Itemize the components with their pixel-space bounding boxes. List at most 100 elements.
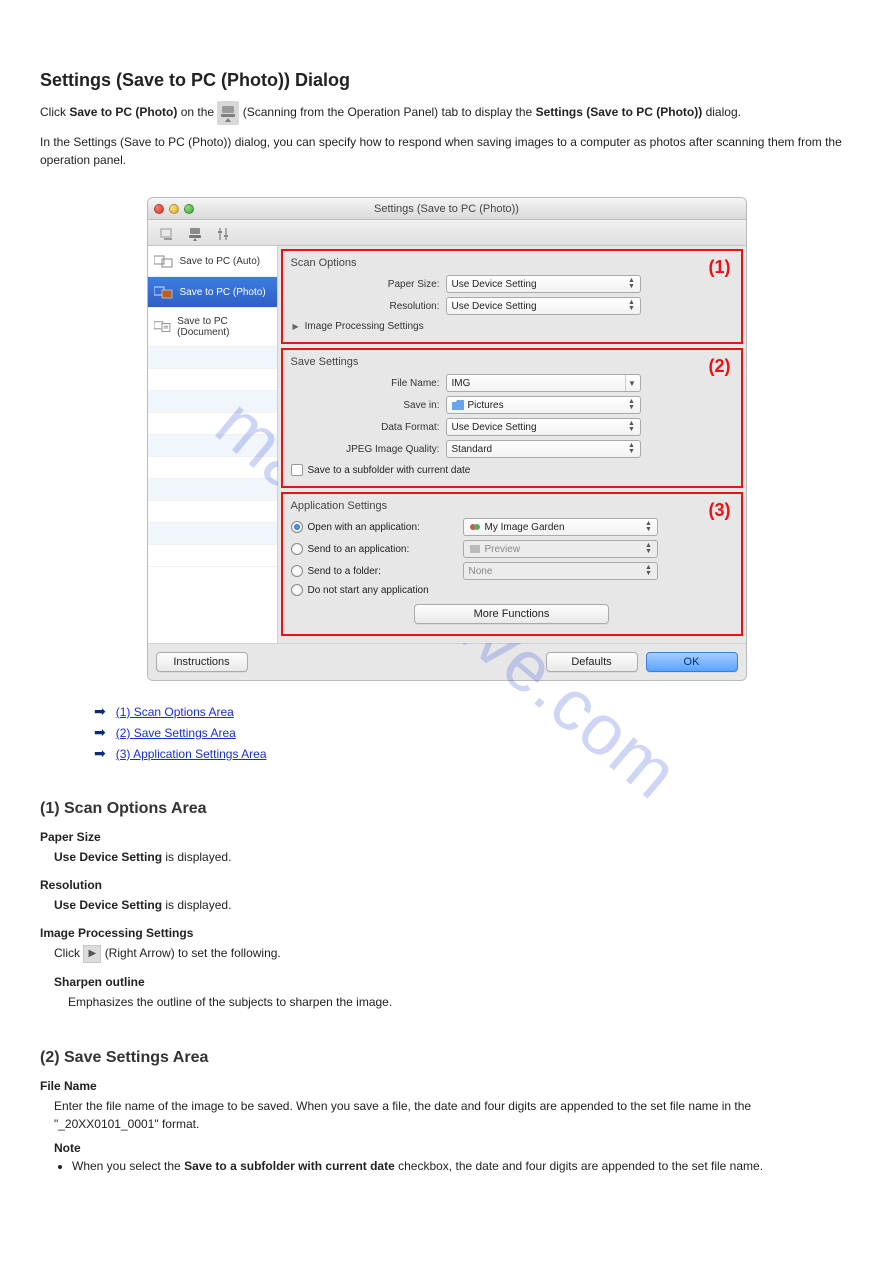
sidebar-empty-rows: [148, 347, 277, 567]
tab-scan-from-computer-icon[interactable]: [154, 223, 180, 245]
stepper-icon: ▲▼: [625, 419, 639, 435]
file-name-desc: Enter the file name of the image to be s…: [54, 1097, 853, 1133]
folder-icon: [452, 400, 464, 410]
application-settings-title: Application Settings: [291, 500, 733, 512]
more-functions-button[interactable]: More Functions: [414, 604, 609, 624]
save-in-select[interactable]: Pictures ▲▼: [446, 396, 641, 414]
subfolder-label: Save to a subfolder with current date: [308, 465, 471, 476]
note-text: When you select the Save to a subfolder …: [72, 1159, 853, 1173]
send-folder-radio[interactable]: [291, 565, 303, 577]
stepper-icon: ▲▼: [625, 298, 639, 314]
open-with-value: My Image Garden: [485, 522, 565, 533]
save-in-value: Pictures: [468, 400, 504, 411]
send-app-radio[interactable]: [291, 543, 303, 555]
link-save-settings[interactable]: (2) Save Settings Area: [116, 726, 236, 740]
defaults-button[interactable]: Defaults: [546, 652, 638, 672]
send-app-label: Send to an application:: [308, 544, 458, 555]
section-links: ➡ (1) Scan Options Area ➡ (2) Save Setti…: [94, 703, 853, 762]
arrow-right-icon: ➡: [94, 703, 106, 720]
stepper-icon: ▲▼: [625, 441, 639, 457]
resolution-label: Resolution:: [291, 301, 446, 312]
send-folder-label: Send to a folder:: [308, 566, 458, 577]
scan-options-group: (1) Scan Options Paper Size: Use Device …: [281, 249, 743, 344]
sharpen-desc: Emphasizes the outline of the subjects t…: [68, 993, 853, 1011]
subfolder-checkbox[interactable]: [291, 464, 303, 476]
arrow-right-icon: ➡: [94, 745, 106, 762]
section-2-heading: (2) Save Settings Area: [40, 1049, 853, 1067]
file-name-value: IMG: [452, 378, 471, 389]
resolution-desc: Use Device Setting is displayed.: [54, 896, 853, 914]
sidebar-item-auto[interactable]: Save to PC (Auto): [148, 246, 277, 277]
save-pc-photo-icon: [154, 285, 174, 299]
link-scan-options[interactable]: (1) Scan Options Area: [116, 705, 234, 719]
panel-tab-icon: [217, 101, 239, 125]
do-not-start-label: Do not start any application: [308, 585, 429, 596]
open-with-select[interactable]: My Image Garden ▲▼: [463, 518, 658, 536]
file-name-label: File Name:: [291, 378, 446, 389]
file-name-input[interactable]: IMG ▼: [446, 374, 641, 392]
tab-general-settings-icon[interactable]: [210, 223, 236, 245]
do-not-start-radio[interactable]: [291, 584, 303, 596]
paper-size-term: Paper Size: [40, 830, 853, 844]
send-folder-select[interactable]: None ▲▼: [463, 562, 658, 580]
app-icon: [469, 522, 481, 532]
ips-desc-a: Click: [54, 946, 83, 960]
marker-3: (3): [709, 500, 731, 521]
sidebar-item-photo[interactable]: Save to PC (Photo): [148, 277, 277, 308]
paper-size-select[interactable]: Use Device Setting ▲▼: [446, 275, 641, 293]
intro-text-1a: Click Save to PC (Photo) on the: [40, 105, 217, 119]
main-panel: (1) Scan Options Paper Size: Use Device …: [278, 246, 746, 643]
image-processing-settings-label: Image Processing Settings: [305, 321, 424, 332]
resolution-term: Resolution: [40, 878, 853, 892]
resolution-select[interactable]: Use Device Setting ▲▼: [446, 297, 641, 315]
sharpen-term: Sharpen outline: [54, 975, 853, 989]
jpeg-quality-label: JPEG Image Quality:: [291, 444, 446, 455]
preview-icon: [469, 544, 481, 554]
disclosure-triangle-icon: ▶: [293, 322, 299, 331]
page-heading: Settings (Save to PC (Photo)) Dialog: [40, 70, 853, 91]
note-label: Note: [54, 1141, 853, 1155]
stepper-icon: ▲▼: [625, 276, 639, 292]
jpeg-quality-value: Standard: [452, 444, 493, 455]
intro-paragraph-2: In the Settings (Save to PC (Photo)) dia…: [40, 133, 853, 169]
settings-dialog: Settings (Save to PC (Photo)) Save to PC…: [147, 197, 747, 681]
right-arrow-icon: ▶: [83, 945, 101, 963]
ips-desc: Click ▶ (Right Arrow) to set the followi…: [54, 944, 853, 963]
tabbar: [148, 220, 746, 246]
jpeg-quality-select[interactable]: Standard ▲▼: [446, 440, 641, 458]
stepper-icon: ▲▼: [625, 397, 639, 413]
sidebar-item-document[interactable]: Save to PC (Document): [148, 308, 277, 347]
open-with-label: Open with an application:: [308, 522, 458, 533]
sidebar-item-label: Save to PC (Auto): [180, 256, 261, 267]
save-in-label: Save in:: [291, 400, 446, 411]
intro-paragraph-1: Click Save to PC (Photo) on the (Scannin…: [40, 101, 853, 125]
arrow-right-icon: ➡: [94, 724, 106, 741]
paper-size-label: Paper Size:: [291, 279, 446, 290]
save-settings-group: (2) Save Settings File Name: IMG ▼ Save …: [281, 348, 743, 488]
marker-1: (1): [709, 257, 731, 278]
send-app-select[interactable]: Preview ▲▼: [463, 540, 658, 558]
save-settings-title: Save Settings: [291, 356, 733, 368]
scan-options-title: Scan Options: [291, 257, 733, 269]
sidebar: Save to PC (Auto) Save to PC (Photo) Sav…: [148, 246, 278, 643]
image-processing-settings-row[interactable]: ▶ Image Processing Settings: [291, 321, 733, 332]
note-block: Note When you select the Save to a subfo…: [54, 1141, 853, 1173]
paper-size-value: Use Device Setting: [452, 279, 537, 290]
link-application-settings[interactable]: (3) Application Settings Area: [116, 747, 267, 761]
send-app-value: Preview: [485, 544, 521, 555]
resolution-value: Use Device Setting: [452, 301, 537, 312]
data-format-select[interactable]: Use Device Setting ▲▼: [446, 418, 641, 436]
data-format-label: Data Format:: [291, 422, 446, 433]
send-folder-value: None: [469, 566, 493, 577]
save-pc-doc-icon: [154, 320, 172, 334]
ips-desc-b: (Right Arrow) to set the following.: [105, 946, 281, 960]
paper-size-desc: Use Device Setting is displayed.: [54, 848, 853, 866]
sidebar-item-label: Save to PC (Document): [177, 316, 270, 338]
ok-button[interactable]: OK: [646, 652, 738, 672]
tab-scan-from-panel-icon[interactable]: [182, 223, 208, 245]
stepper-icon: ▲▼: [642, 563, 656, 579]
window-title: Settings (Save to PC (Photo)): [148, 203, 746, 215]
marker-2: (2): [709, 356, 731, 377]
instructions-button[interactable]: Instructions: [156, 652, 248, 672]
open-with-radio[interactable]: [291, 521, 303, 533]
